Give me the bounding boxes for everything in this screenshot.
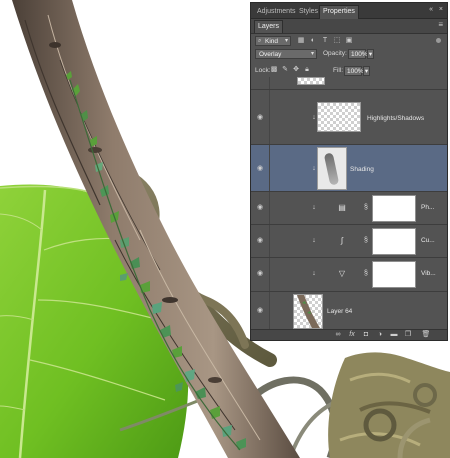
clipping-arrow-icon: ↓ — [312, 204, 316, 211]
lock-image-pixels-icon[interactable]: ✎ — [281, 66, 289, 74]
photo-filter-icon: ▤ — [338, 203, 346, 212]
fill-label: Fill: — [333, 67, 344, 74]
layer-row-vibrance[interactable]: ◉ ↓ ▽ § Vib... — [251, 257, 447, 291]
add-mask-icon[interactable]: ◘ — [361, 330, 371, 340]
new-layer-icon[interactable]: ❐ — [403, 330, 413, 340]
mask-link-icon[interactable]: § — [364, 270, 369, 278]
layer-thumbnail — [317, 147, 347, 190]
layers-footer: ∞ fx ◘ ◑ ▬ ❐ 🗑︎ — [251, 329, 447, 340]
clipping-arrow-icon: ↓ — [312, 237, 316, 244]
smart-object-filter-icon[interactable]: ▣ — [345, 37, 353, 45]
close-icon[interactable]: × — [439, 6, 443, 13]
curves-icon: ∫ — [340, 236, 344, 245]
layer-row-highlights-shadows[interactable]: ◉ ↓ Highlights/Shadows — [251, 89, 447, 144]
chevron-down-icon: ▾ — [310, 51, 314, 57]
clipping-arrow-icon: ↓ — [312, 270, 316, 277]
shading-thumbnail-shape — [323, 152, 340, 186]
mask-link-icon[interactable]: § — [364, 237, 369, 245]
chevron-down-icon: ▾ — [284, 38, 288, 44]
lock-all-icon[interactable]: 🔒︎ — [303, 66, 311, 74]
visibility-eye-icon[interactable]: ◉ — [256, 204, 264, 212]
visibility-eye-icon[interactable]: ◉ — [256, 165, 264, 173]
opacity-label: Opacity: — [323, 50, 347, 57]
tab-styles[interactable]: Styles — [296, 6, 321, 17]
fill-input[interactable]: 100% — [344, 66, 364, 76]
layer-row-photo-filter[interactable]: ◉ ↓ ▤ § Ph... — [251, 191, 447, 224]
mask-link-icon[interactable]: § — [364, 204, 369, 212]
layer-name[interactable]: Layer 64 — [327, 308, 352, 315]
layer-name[interactable]: Shading — [350, 166, 374, 173]
layer-name[interactable]: Highlights/Shadows — [367, 115, 424, 122]
visibility-eye-icon[interactable]: ◉ — [256, 307, 264, 315]
shape-filter-icon[interactable]: ⬚ — [333, 37, 341, 45]
layer-thumbnail — [293, 294, 323, 329]
layer-row-curves[interactable]: ◉ ↓ ∫ § Cu... — [251, 224, 447, 257]
opacity-input[interactable]: 100% — [348, 49, 368, 59]
panel-tab-bar: Adjustments Styles Properties « × — [251, 3, 447, 19]
layers-tab[interactable]: Layers — [254, 20, 284, 33]
collapse-icon[interactable]: « — [429, 6, 433, 13]
visibility-eye-icon[interactable]: ◉ — [256, 270, 264, 278]
layer-thumbnail — [297, 77, 325, 85]
layers-subheader: Layers ≡ — [251, 19, 447, 34]
pixel-filter-icon[interactable]: ▦ — [297, 37, 305, 45]
panel-menu-icon[interactable]: ≡ — [438, 20, 443, 29]
opacity-dropdown-arrow-icon[interactable]: ▾ — [367, 49, 374, 59]
layer-row-shading[interactable]: ◉ ↓ Shading — [251, 144, 447, 191]
layer-thumbnail — [317, 102, 361, 132]
fill-dropdown-arrow-icon[interactable]: ▾ — [363, 66, 370, 76]
layer-name[interactable]: Vib... — [421, 270, 436, 277]
layers-panel: Adjustments Styles Properties « × Layers… — [250, 2, 448, 341]
layer-name[interactable]: Ph... — [421, 204, 434, 211]
branch-thumbnail-shape — [297, 295, 320, 328]
layer-mask-thumbnail — [372, 228, 416, 255]
vibrance-icon: ▽ — [338, 269, 346, 278]
search-icon: ⌕ — [258, 38, 262, 44]
kind-filter-dropdown[interactable]: ⌕ Kind ▾ — [255, 36, 291, 46]
lock-position-icon[interactable]: ✥ — [292, 66, 300, 74]
layer-mask-thumbnail — [372, 261, 416, 288]
layers-list: ◉ ↓ Highlights/Shadows ◉ ↓ Shading ◉ ↓ ▤… — [251, 77, 447, 330]
lock-label: Lock: — [255, 67, 271, 74]
fx-icon[interactable]: fx — [347, 330, 357, 340]
layer-row-layer-64[interactable]: ◉ Layer 64 — [251, 291, 447, 330]
layer-name[interactable]: Cu... — [421, 237, 435, 244]
visibility-eye-icon[interactable]: ◉ — [256, 114, 264, 122]
type-filter-icon[interactable]: T — [321, 37, 329, 45]
delete-layer-icon[interactable]: 🗑︎ — [421, 330, 431, 340]
vine-cluster — [328, 352, 450, 458]
adjustment-filter-icon[interactable]: ◐ — [309, 37, 317, 45]
visibility-eye-icon[interactable]: ◉ — [256, 237, 264, 245]
lock-transparent-pixels-icon[interactable]: ▩ — [270, 66, 278, 74]
blend-mode-dropdown[interactable]: Overlay ▾ — [255, 49, 317, 59]
layer-row[interactable] — [251, 77, 447, 89]
tab-adjustments[interactable]: Adjustments — [254, 6, 299, 17]
new-group-icon[interactable]: ▬ — [389, 330, 399, 340]
new-adjustment-icon[interactable]: ◑ — [375, 330, 385, 340]
kind-filter-label: Kind — [265, 38, 279, 45]
link-layers-icon[interactable]: ∞ — [333, 330, 343, 340]
filter-toggle[interactable] — [436, 38, 441, 43]
blend-mode-value: Overlay — [259, 51, 282, 58]
layer-mask-thumbnail — [372, 195, 416, 222]
tab-properties[interactable]: Properties — [319, 5, 359, 19]
